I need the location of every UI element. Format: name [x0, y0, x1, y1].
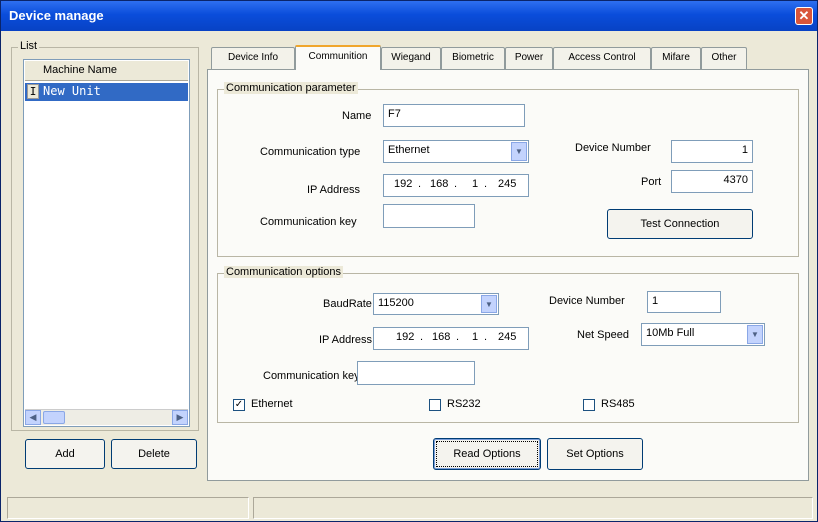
ip-octet-1: 192: [394, 178, 413, 190]
baudrate-select[interactable]: 115200 ▼: [373, 293, 499, 315]
ip-octet-2: 168: [430, 178, 449, 190]
ethernet-checkbox[interactable]: ✓: [233, 399, 245, 411]
port-input[interactable]: 4370: [671, 170, 753, 193]
options-communication-key-input[interactable]: [357, 361, 475, 385]
net-speed-label: Net Speed: [577, 329, 629, 341]
communication-key-label: Communication key: [260, 216, 357, 228]
ip-dot: .: [454, 178, 458, 190]
ip-dot: .: [484, 331, 488, 343]
ip-address-input[interactable]: 192 . 168 . 1 . 245: [383, 174, 529, 197]
communication-type-value: Ethernet: [388, 144, 430, 156]
net-speed-value: 10Mb Full: [646, 327, 695, 339]
ip-octet-4: 245: [498, 178, 517, 190]
tab-device-info[interactable]: Device Info: [211, 47, 295, 69]
baudrate-value: 115200: [378, 297, 414, 309]
rs232-checkbox[interactable]: [429, 399, 441, 411]
close-button[interactable]: ✕: [795, 7, 813, 25]
list-item[interactable]: I New Unit: [25, 83, 188, 101]
options-ip-address-label: IP Address: [319, 334, 372, 346]
tab-mifare[interactable]: Mifare: [651, 47, 701, 69]
communication-type-label: Communication type: [260, 146, 361, 158]
chevron-down-icon[interactable]: ▼: [511, 142, 527, 161]
name-input[interactable]: F7: [383, 104, 525, 127]
column-header-machine-name[interactable]: Machine Name: [25, 61, 188, 81]
rs485-checkbox[interactable]: [583, 399, 595, 411]
tab-communition[interactable]: Communition: [295, 45, 381, 70]
ethernet-checkbox-label[interactable]: Ethernet: [251, 398, 293, 410]
chevron-down-icon[interactable]: ▼: [747, 325, 763, 344]
window-title: Device manage: [9, 8, 104, 23]
add-button[interactable]: Add: [25, 439, 105, 469]
ip-octet-2: 168: [432, 331, 451, 343]
device-number-input[interactable]: 1: [671, 140, 753, 163]
options-communication-key-label: Communication key: [263, 370, 360, 382]
status-pane-2: [253, 497, 813, 519]
communication-options-label: Communication options: [224, 266, 343, 278]
tab-other[interactable]: Other: [701, 47, 747, 69]
ip-dot: .: [420, 331, 424, 343]
device-number-label: Device Number: [575, 142, 651, 154]
list-group-label: List: [18, 40, 40, 52]
ip-octet-3: 1: [472, 331, 479, 343]
machine-listview[interactable]: Machine Name I New Unit ◀ ▶: [23, 59, 190, 427]
set-options-button[interactable]: Set Options: [547, 438, 643, 470]
tab-access-control[interactable]: Access Control: [553, 47, 651, 69]
options-device-number-label: Device Number: [549, 295, 625, 307]
horizontal-scrollbar[interactable]: ◀ ▶: [25, 409, 188, 425]
options-ip-address-input[interactable]: 192 . 168 . 1 . 245: [373, 327, 529, 350]
row-marker: I: [27, 84, 39, 99]
scroll-thumb[interactable]: [43, 411, 65, 424]
ip-octet-4: 245: [498, 331, 517, 343]
scroll-left-arrow-icon[interactable]: ◀: [25, 410, 41, 425]
tab-power[interactable]: Power: [505, 47, 553, 69]
port-label: Port: [641, 176, 662, 188]
ip-dot: .: [484, 178, 488, 190]
status-bar: [7, 497, 813, 519]
test-connection-button[interactable]: Test Connection: [607, 209, 753, 239]
delete-button[interactable]: Delete: [111, 439, 197, 469]
tab-biometric[interactable]: Biometric: [441, 47, 505, 69]
baudrate-label: BaudRate: [323, 298, 372, 310]
ip-octet-3: 1: [472, 178, 479, 190]
status-pane-1: [7, 497, 249, 519]
read-options-button[interactable]: Read Options: [433, 438, 541, 470]
communication-parameter-label: Communication parameter: [224, 82, 358, 94]
tab-wiegand[interactable]: Wiegand: [381, 47, 441, 69]
chevron-down-icon[interactable]: ▼: [481, 295, 497, 313]
device-manage-window: Device manage ✕ List Machine Name I New …: [0, 0, 818, 522]
options-device-number-input[interactable]: 1: [647, 291, 721, 313]
scroll-right-arrow-icon[interactable]: ▶: [172, 410, 188, 425]
name-label: Name: [342, 110, 372, 122]
ip-address-label: IP Address: [307, 184, 360, 196]
communication-type-select[interactable]: Ethernet ▼: [383, 140, 529, 163]
list-item-name: New Unit: [43, 84, 101, 98]
rs232-checkbox-label[interactable]: RS232: [447, 398, 481, 410]
communication-key-input[interactable]: [383, 204, 475, 228]
ip-octet-1: 192: [396, 331, 415, 343]
net-speed-select[interactable]: 10Mb Full ▼: [641, 323, 765, 346]
ip-dot: .: [418, 178, 422, 190]
ip-dot: .: [456, 331, 460, 343]
rs485-checkbox-label[interactable]: RS485: [601, 398, 635, 410]
title-bar[interactable]: Device manage ✕: [1, 1, 817, 31]
